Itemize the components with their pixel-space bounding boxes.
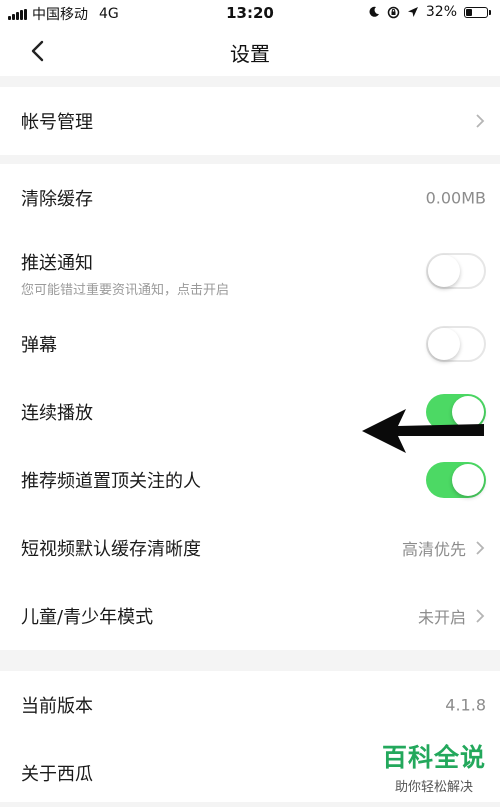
location-icon [407, 7, 418, 17]
watermark-logo: 百科全说 助你轻松解决 [382, 738, 486, 795]
version-label: 当前版本 [21, 696, 93, 717]
kids-mode-row[interactable]: 儿童/青少年模式 未开启 [0, 582, 500, 650]
danmaku-row: 弹幕 [0, 310, 500, 378]
toggle-knob [452, 464, 484, 496]
status-bar: 中国移动 4G 13:20 32% [0, 0, 500, 26]
annotation-arrow-icon [362, 409, 484, 453]
cache-size-value: 0.00MB [425, 188, 486, 208]
push-notification-toggle[interactable] [426, 253, 486, 289]
chevron-right-icon [476, 541, 485, 555]
toggle-knob [428, 255, 460, 287]
account-management-label: 帐号管理 [21, 112, 93, 133]
kids-mode-value: 未开启 [417, 608, 466, 627]
rotation-lock-icon [387, 6, 400, 18]
pin-follow-label: 推荐频道置顶关注的人 [21, 471, 201, 492]
watermark-title: 百科全说 [381, 743, 486, 772]
pin-follow-toggle[interactable] [426, 462, 486, 498]
toggle-knob [428, 328, 460, 360]
kids-mode-label: 儿童/青少年模式 [21, 607, 154, 628]
push-notification-hint: 您可能错过重要资讯通知，点击开启 [21, 283, 230, 298]
chevron-right-icon [476, 114, 485, 128]
battery-icon [464, 6, 491, 18]
chevron-right-icon [476, 609, 485, 623]
autoplay-label: 连续播放 [21, 403, 93, 424]
page-title: 设置 [230, 42, 270, 66]
danmaku-toggle[interactable] [426, 326, 486, 362]
cache-quality-value: 高清优先 [401, 540, 466, 559]
clear-cache-label: 清除缓存 [21, 189, 93, 210]
danmaku-label: 弹幕 [21, 335, 57, 356]
account-management-row[interactable]: 帐号管理 [0, 87, 500, 155]
clear-cache-row[interactable]: 清除缓存 0.00MB [0, 164, 500, 232]
watermark-subtitle: 助你轻松解决 [394, 780, 473, 795]
version-value: 4.1.8 [445, 695, 486, 715]
moon-icon [369, 6, 379, 17]
about-app-label: 关于西瓜 [21, 764, 93, 785]
push-notification-row: 推送通知 您可能错过重要资讯通知，点击开启 [0, 232, 500, 310]
version-row: 当前版本 4.1.8 [0, 671, 500, 739]
push-notification-label: 推送通知 [21, 253, 93, 274]
battery-percent: 32% [425, 4, 457, 20]
status-right: 32% [368, 4, 491, 20]
account-section: 帐号管理 [0, 87, 500, 155]
nav-bar: 设置 [0, 26, 500, 76]
cache-quality-row[interactable]: 短视频默认缓存清晰度 高清优先 [0, 514, 500, 582]
cache-quality-label: 短视频默认缓存清晰度 [21, 539, 201, 560]
